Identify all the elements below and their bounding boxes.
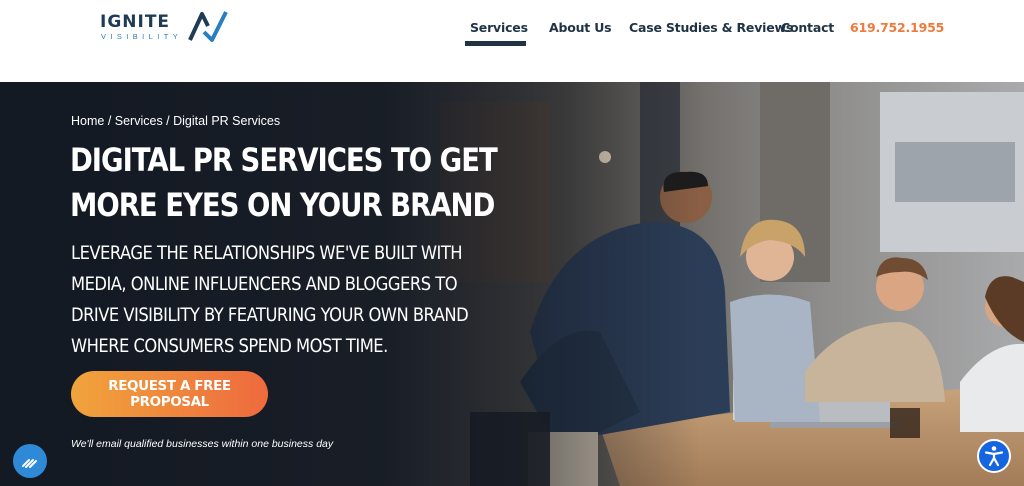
hero-subtitle: LEVERAGE THE RELATIONSHIPS WE'VE BUILT W… <box>71 238 484 362</box>
accessibility-icon <box>984 446 1004 467</box>
page-title-line: DIGITAL PR SERVICES TO GET <box>70 141 498 179</box>
breadcrumb-services[interactable]: Services <box>115 114 163 128</box>
nav-active-underline <box>465 41 526 46</box>
breadcrumb: Home / Services / Digital PR Services <box>71 114 280 128</box>
chat-widget-button[interactable] <box>13 444 47 478</box>
hero-subtitle-line: WHERE CONSUMERS SPEND MOST TIME. <box>71 335 388 357</box>
accessibility-button[interactable] <box>977 439 1011 473</box>
hero-subtitle-line: DRIVE VISIBILITY BY FEATURING YOUR OWN B… <box>71 304 469 326</box>
nav-about-us[interactable]: About Us <box>549 20 612 35</box>
breadcrumb-separator: / <box>162 114 174 128</box>
nav-contact[interactable]: Contact <box>781 20 834 35</box>
hero-section: Home / Services / Digital PR Services DI… <box>0 82 1024 486</box>
breadcrumb-separator: / <box>104 114 115 128</box>
cta-note: We'll email qualified businesses within … <box>71 438 334 450</box>
nav-services[interactable]: Services <box>470 20 528 35</box>
hero-subtitle-line: MEDIA, ONLINE INFLUENCERS AND BLOGGERS T… <box>71 273 458 295</box>
request-proposal-button[interactable]: REQUEST A FREE PROPOSAL <box>71 371 268 417</box>
breadcrumb-current: Digital PR Services <box>173 114 281 128</box>
page-title: DIGITAL PR SERVICES TO GET MORE EYES ON … <box>70 138 500 228</box>
main-nav: Services About Us Case Studies & Reviews… <box>0 0 1024 82</box>
page-title-line: MORE EYES ON YOUR BRAND <box>70 186 495 224</box>
breadcrumb-home[interactable]: Home <box>71 114 104 128</box>
nav-phone-link[interactable]: 619.752.1955 <box>850 20 944 35</box>
chat-icon <box>22 459 37 468</box>
site-header: IGNITE VISIBILITY Services About Us Case… <box>0 0 1024 82</box>
hero-subtitle-line: LEVERAGE THE RELATIONSHIPS WE'VE BUILT W… <box>71 242 463 264</box>
nav-case-studies-reviews[interactable]: Case Studies & Reviews <box>629 20 793 35</box>
